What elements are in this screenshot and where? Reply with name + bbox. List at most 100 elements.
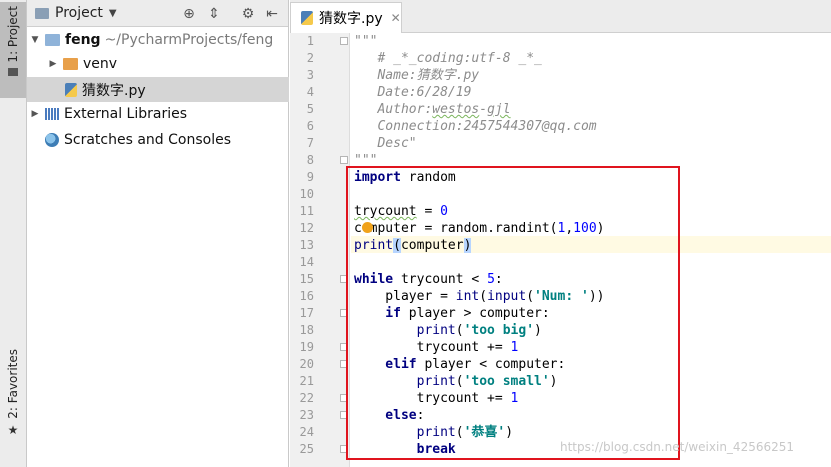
code-line-22: trycount += 1	[354, 390, 519, 407]
line-number: 2	[306, 51, 314, 65]
keyword: elif	[354, 357, 417, 372]
fold-marker-icon[interactable]	[340, 360, 348, 368]
fold-marker-icon[interactable]	[340, 37, 348, 45]
builtin: print	[354, 238, 394, 253]
line-number: 6	[306, 119, 314, 133]
line-number-gutter: 1 2 3 4 5 6 7 8 9 10 11 12 13 14 15 16 1…	[290, 33, 350, 467]
line-number: 25	[299, 442, 314, 456]
code-line-8: """	[354, 152, 377, 169]
line-number: 3	[306, 68, 314, 82]
project-view-selector[interactable]: Project	[55, 5, 103, 21]
docstring-text: Date:6/28/19	[377, 85, 472, 100]
close-icon[interactable]: ✕	[391, 11, 401, 25]
file-name: 猜数字.py	[82, 82, 146, 99]
docstring-open: """	[354, 34, 378, 49]
line-number: 14	[299, 255, 314, 269]
line-number: 22	[299, 391, 314, 405]
line-number: 12	[299, 221, 314, 235]
editor-tab[interactable]: 猜数字.py ✕	[290, 2, 402, 33]
line-number: 5	[306, 102, 314, 116]
python-file-icon	[301, 11, 313, 25]
docstring-text: Author:	[377, 102, 433, 117]
docstring-text: westos	[432, 102, 480, 117]
code-text: =	[416, 204, 441, 219]
bracket-match: (	[393, 238, 401, 253]
docstring-text: gjl	[487, 102, 511, 117]
code-line-19: trycount += 1	[354, 339, 519, 356]
watermark: https://blog.csdn.net/weixin_42566251	[560, 440, 795, 454]
string-literal: 'too small'	[463, 374, 550, 389]
root-folder-name: feng	[65, 31, 101, 48]
line-number: 17	[299, 306, 314, 320]
external-libraries-label: External Libraries	[64, 105, 187, 122]
collapse-arrow-icon[interactable]: ▶	[47, 59, 59, 69]
tree-item-venv[interactable]: ▶ venv	[27, 51, 289, 76]
fold-marker-icon[interactable]	[340, 275, 348, 283]
line-number: 1	[306, 34, 314, 48]
code-text: )	[505, 425, 514, 440]
keyword: else	[354, 408, 417, 423]
fold-marker-icon[interactable]	[340, 343, 348, 351]
line-number: 10	[299, 187, 314, 201]
code-line-24: print('恭喜')	[354, 424, 513, 441]
line-number: 21	[299, 374, 314, 388]
line-number: 7	[306, 136, 314, 150]
locate-icon[interactable]: ⊕	[180, 5, 198, 23]
string-literal: 'Num: '	[534, 289, 589, 304]
collapse-arrow-icon[interactable]: ▶	[29, 109, 41, 119]
editor-tab-label: 猜数字.py	[319, 11, 383, 27]
line-number: 16	[299, 289, 314, 303]
code-line-18: print('too big')	[354, 322, 542, 339]
tool-window-strip: 1: Project 2: Favorites ★	[0, 0, 27, 467]
fold-marker-icon[interactable]	[340, 394, 348, 402]
line-number: 8	[306, 153, 314, 167]
fold-marker-icon[interactable]	[340, 411, 348, 419]
keyword: break	[354, 442, 456, 457]
code-line-12: computer = random.randint(1,100)	[354, 220, 604, 237]
fold-marker-icon[interactable]	[340, 445, 348, 453]
number-literal: 5	[487, 272, 495, 287]
expand-arrow-icon[interactable]: ▼	[29, 35, 41, 45]
number-literal: 0	[440, 204, 448, 219]
gear-icon[interactable]: ⚙	[239, 5, 257, 23]
code-line-25: break	[354, 441, 456, 458]
keyword: if	[354, 306, 401, 321]
line-number: 4	[306, 85, 314, 99]
hide-panel-icon[interactable]: ⇤	[263, 5, 281, 23]
code-text: (	[455, 425, 464, 440]
docstring-text: Name:猜数字.py	[377, 68, 480, 83]
line-number: 20	[299, 357, 314, 371]
editor-area: 猜数字.py ✕ 1 2 3 4 5 6 7 8 9 10 11 12 13 1…	[290, 0, 831, 467]
intention-bulb-icon[interactable]	[362, 222, 373, 233]
code-text: ))	[588, 289, 605, 304]
folder-icon	[63, 57, 78, 70]
keyword: while	[354, 272, 394, 287]
project-tool-tab[interactable]: 1: Project	[0, 2, 26, 98]
code-line-7: Desc"	[354, 135, 416, 152]
docstring-text: # _*_coding:utf-8 _*_	[377, 51, 542, 66]
code-line-20: elif player < computer:	[354, 356, 565, 373]
favorites-tool-tab[interactable]: 2: Favorites ★	[0, 345, 26, 445]
fold-marker-icon[interactable]	[340, 309, 348, 317]
fold-marker-icon[interactable]	[340, 156, 348, 164]
tree-item-root[interactable]: ▼ feng ~/PycharmProjects/feng	[27, 27, 289, 52]
code-line-17: if player > computer:	[354, 305, 549, 322]
code-line-21: print('too small')	[354, 373, 558, 390]
line-number: 9	[306, 170, 314, 184]
code-text: )	[596, 221, 605, 236]
line-number: 15	[299, 272, 314, 286]
code-text: )	[534, 323, 542, 338]
code-editor[interactable]: """ # _*_coding:utf-8 _*_ Name:猜数字.py Da…	[351, 33, 831, 467]
folder-icon	[45, 33, 60, 46]
tree-item-file[interactable]: 猜数字.py	[27, 77, 289, 102]
project-panel-header: Project ▼ ⊕ ⇕ ⚙ ⇤	[27, 0, 288, 27]
chevron-down-icon[interactable]: ▼	[109, 8, 117, 19]
collapse-all-icon[interactable]: ⇕	[205, 5, 223, 23]
tree-item-external-libraries[interactable]: ▶ External Libraries	[27, 101, 289, 126]
code-line-5: Author:westos-gjl	[354, 101, 511, 118]
code-line-6: Connection:2457544307@qq.com	[354, 118, 596, 135]
python-file-icon	[65, 82, 77, 97]
code-text: = random.randint(	[416, 221, 558, 236]
line-number: 19	[299, 340, 314, 354]
tree-item-scratches[interactable]: Scratches and Consoles	[27, 127, 289, 152]
